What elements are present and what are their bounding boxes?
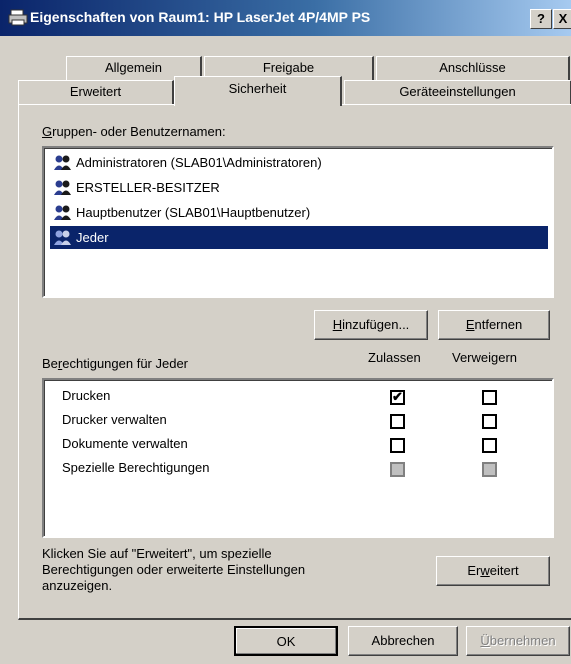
user-group-icon bbox=[53, 204, 73, 221]
check-icon: ✔ bbox=[392, 389, 403, 404]
tab-geraeteeinstellungen[interactable]: Geräteeinstellungen bbox=[344, 80, 571, 104]
tab-erweitert[interactable]: Erweitert bbox=[18, 80, 174, 104]
apply-button: Übernehmen bbox=[466, 626, 570, 656]
groups-listbox[interactable]: Administratoren (SLAB01\Administratoren)… bbox=[42, 146, 554, 298]
tab-sicherheit[interactable]: Sicherheit bbox=[174, 76, 342, 106]
deny-checkbox-spezielle-berechtigungen bbox=[482, 462, 497, 477]
deny-column-header: Verweigern bbox=[452, 350, 518, 365]
list-item-administratoren[interactable]: Administratoren (SLAB01\Administratoren) bbox=[50, 151, 548, 174]
allow-checkbox-dokumente-verwalten[interactable] bbox=[390, 438, 405, 453]
ok-button[interactable]: OK bbox=[234, 626, 338, 656]
cancel-button[interactable]: Abbrechen bbox=[348, 626, 458, 656]
list-item-label: Administratoren (SLAB01\Administratoren) bbox=[76, 155, 322, 170]
add-button[interactable]: Hinzufügen... bbox=[314, 310, 428, 340]
list-item-ersteller-besitzer[interactable]: ERSTELLER-BESITZER bbox=[50, 176, 548, 199]
title-bar[interactable]: Eigenschaften von Raum1: HP LaserJet 4P/… bbox=[0, 0, 571, 36]
list-item-label: Jeder bbox=[76, 230, 109, 245]
user-group-icon bbox=[53, 154, 73, 171]
list-item-label: ERSTELLER-BESITZER bbox=[76, 180, 220, 195]
permissions-label: Berechtigungen für Jeder bbox=[42, 356, 189, 371]
printer-icon bbox=[8, 9, 28, 26]
remove-button[interactable]: Entfernen bbox=[438, 310, 550, 340]
deny-checkbox-drucken[interactable] bbox=[482, 390, 497, 405]
permission-label: Dokumente verwalten bbox=[62, 436, 188, 451]
permission-label: Drucker verwalten bbox=[62, 412, 167, 427]
user-group-icon bbox=[53, 229, 73, 246]
allow-checkbox-drucken[interactable]: ✔ bbox=[390, 389, 405, 405]
deny-checkbox-drucker-verwalten[interactable] bbox=[482, 414, 497, 429]
list-item-jeder[interactable]: Jeder bbox=[50, 226, 548, 249]
deny-checkbox-dokumente-verwalten[interactable] bbox=[482, 438, 497, 453]
allow-checkbox-drucker-verwalten[interactable] bbox=[390, 414, 405, 429]
list-item-label: Hauptbenutzer (SLAB01\Hauptbenutzer) bbox=[76, 205, 311, 220]
window-title: Eigenschaften von Raum1: HP LaserJet 4P/… bbox=[30, 9, 371, 25]
permissions-list: Drucken ✔ Drucker verwalten Dokumente ve… bbox=[42, 378, 554, 538]
allow-column-header: Zulassen bbox=[368, 350, 421, 365]
help-button[interactable]: ? bbox=[530, 9, 552, 29]
hint-text: Klicken Sie auf "Erweitert", um speziell… bbox=[42, 546, 306, 593]
advanced-button[interactable]: Erweitert bbox=[436, 556, 550, 586]
groups-label: Gruppen- oder Benutzernamen: bbox=[42, 124, 226, 139]
allow-checkbox-spezielle-berechtigungen bbox=[390, 462, 405, 477]
permission-label: Spezielle Berechtigungen bbox=[62, 460, 210, 475]
close-button[interactable]: X bbox=[553, 9, 571, 29]
user-group-icon bbox=[53, 179, 73, 196]
properties-dialog: Eigenschaften von Raum1: HP LaserJet 4P/… bbox=[0, 0, 571, 664]
tab-anschluesse[interactable]: Anschlüsse bbox=[376, 56, 570, 80]
permission-label: Drucken bbox=[62, 388, 111, 403]
list-item-hauptbenutzer[interactable]: Hauptbenutzer (SLAB01\Hauptbenutzer) bbox=[50, 201, 548, 224]
